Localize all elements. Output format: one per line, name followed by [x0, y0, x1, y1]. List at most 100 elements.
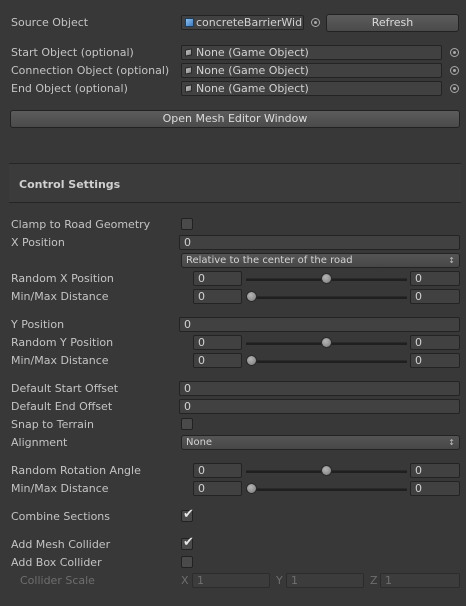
random-rotation-max-input[interactable]: 0 — [410, 463, 460, 478]
x-mode-value: Relative to the center of the road — [186, 255, 353, 266]
refresh-button[interactable]: Refresh — [326, 14, 459, 32]
random-rotation-slider-thumb[interactable] — [321, 465, 332, 476]
random-x-label: Random X Position — [11, 272, 114, 285]
random-y-range-slider-thumb[interactable] — [246, 355, 257, 366]
default-start-offset-row: Default Start Offset 0 — [0, 380, 466, 398]
random-x-slider-thumb[interactable] — [321, 273, 332, 284]
x-position-input[interactable]: 0 — [179, 235, 460, 250]
y-position-row: Y Position 0 — [0, 316, 466, 334]
start-object-label: Start Object (optional) — [11, 46, 134, 59]
collider-scale-z-label: Z — [370, 574, 378, 587]
mesh-collider-checkbox[interactable]: ✔ — [181, 536, 194, 550]
random-x-range-row: Min/Max Distance 0 0 — [0, 288, 466, 306]
connection-object-field[interactable]: None (Game Object) — [181, 63, 442, 78]
collider-scale-z-input[interactable]: 1 — [380, 573, 460, 588]
source-object-label: Source Object — [11, 16, 89, 29]
random-y-range-slider-track[interactable] — [246, 360, 407, 363]
collider-scale-y-label: Y — [276, 574, 283, 587]
object-picker-icon[interactable] — [450, 84, 459, 93]
random-x-range-label: Min/Max Distance — [11, 290, 109, 303]
end-object-value: None (Game Object) — [196, 82, 309, 95]
gameobject-icon — [185, 84, 192, 93]
end-object-field[interactable]: None (Game Object) — [181, 81, 442, 96]
random-rotation-range-slider-thumb[interactable] — [246, 483, 257, 494]
collider-scale-y-input[interactable]: 1 — [286, 573, 364, 588]
default-start-offset-input[interactable]: 0 — [179, 381, 460, 396]
random-rotation-row: Random Rotation Angle 0 0 — [0, 462, 466, 480]
box-collider-checkbox[interactable] — [181, 556, 193, 568]
default-end-offset-row: Default End Offset 0 — [0, 398, 466, 416]
random-rotation-min-input[interactable]: 0 — [193, 463, 242, 478]
source-object-row: Source Object concreteBarrierWid Refresh — [0, 14, 466, 32]
alignment-row: Alignment None ↕ — [0, 434, 466, 452]
random-x-max-input[interactable]: 0 — [410, 271, 460, 286]
random-y-max-input[interactable]: 0 — [410, 335, 460, 350]
checkmark-icon: ✔ — [183, 507, 194, 522]
random-rotation-range-max-input[interactable]: 0 — [410, 481, 460, 496]
source-object-value: concreteBarrierWid — [196, 16, 303, 29]
object-picker-icon[interactable] — [450, 48, 459, 57]
random-y-row: Random Y Position 0 0 — [0, 334, 466, 352]
random-rotation-range-row: Min/Max Distance 0 0 — [0, 480, 466, 498]
snap-row: Snap to Terrain — [0, 416, 466, 434]
connection-object-row: Connection Object (optional) None (Game … — [0, 62, 466, 80]
source-object-field[interactable]: concreteBarrierWid — [181, 15, 304, 30]
gameobject-icon — [185, 66, 192, 75]
connection-object-value: None (Game Object) — [196, 64, 309, 77]
control-settings-header: Control Settings — [9, 163, 461, 203]
end-object-label: End Object (optional) — [11, 82, 128, 95]
random-y-range-row: Min/Max Distance 0 0 — [0, 352, 466, 370]
random-x-range-slider-thumb[interactable] — [246, 291, 257, 302]
collider-scale-x-input[interactable]: 1 — [192, 573, 270, 588]
collider-scale-x-label: X — [181, 574, 189, 587]
alignment-value: None — [186, 437, 213, 448]
random-x-range-min-input[interactable]: 0 — [193, 289, 242, 304]
control-settings-title: Control Settings — [19, 178, 121, 191]
default-end-offset-label: Default End Offset — [11, 400, 113, 413]
random-y-range-label: Min/Max Distance — [11, 354, 109, 367]
box-collider-row: Add Box Collider — [0, 554, 466, 572]
random-x-min-input[interactable]: 0 — [193, 271, 242, 286]
gameobject-icon — [185, 48, 192, 57]
start-object-row: Start Object (optional) None (Game Objec… — [0, 44, 466, 62]
random-y-slider-thumb[interactable] — [321, 337, 332, 348]
x-mode-dropdown[interactable]: Relative to the center of the road ↕ — [181, 253, 460, 268]
default-start-offset-label: Default Start Offset — [11, 382, 119, 395]
x-position-label: X Position — [11, 236, 65, 249]
start-object-value: None (Game Object) — [196, 46, 309, 59]
mesh-collider-row: Add Mesh Collider ✔ — [0, 536, 466, 554]
collider-scale-label: Collider Scale — [20, 574, 95, 587]
combine-label: Combine Sections — [11, 510, 110, 523]
end-object-row: End Object (optional) None (Game Object) — [0, 80, 466, 98]
random-x-range-slider-track[interactable] — [246, 296, 407, 299]
clamp-checkbox[interactable] — [181, 218, 193, 230]
start-object-field[interactable]: None (Game Object) — [181, 45, 442, 60]
random-x-range-max-input[interactable]: 0 — [410, 289, 460, 304]
combine-checkbox[interactable]: ✔ — [181, 507, 194, 522]
y-position-input[interactable]: 0 — [179, 317, 460, 332]
y-position-label: Y Position — [11, 318, 65, 331]
alignment-label: Alignment — [11, 436, 68, 449]
alignment-dropdown[interactable]: None ↕ — [181, 435, 460, 450]
connection-object-label: Connection Object (optional) — [11, 64, 170, 77]
collider-scale-row: Collider Scale X 1 Y 1 Z 1 — [0, 572, 466, 590]
mesh-collider-label: Add Mesh Collider — [11, 538, 111, 551]
clamp-row: Clamp to Road Geometry — [0, 216, 466, 234]
dropdown-arrow-icon: ↕ — [448, 256, 455, 265]
object-picker-icon[interactable] — [450, 66, 459, 75]
clamp-label: Clamp to Road Geometry — [11, 218, 151, 231]
random-rotation-range-label: Min/Max Distance — [11, 482, 109, 495]
random-rotation-range-min-input[interactable]: 0 — [193, 481, 242, 496]
snap-checkbox[interactable] — [181, 418, 193, 430]
open-mesh-editor-button[interactable]: Open Mesh Editor Window — [10, 110, 460, 128]
random-y-range-max-input[interactable]: 0 — [410, 353, 460, 368]
box-collider-label: Add Box Collider — [11, 556, 102, 569]
random-rotation-range-slider-track[interactable] — [246, 488, 407, 491]
object-picker-icon[interactable] — [311, 18, 320, 27]
x-position-row: X Position 0 — [0, 234, 466, 252]
random-y-range-min-input[interactable]: 0 — [193, 353, 242, 368]
snap-label: Snap to Terrain — [11, 418, 94, 431]
random-rotation-label: Random Rotation Angle — [11, 464, 141, 477]
random-y-min-input[interactable]: 0 — [193, 335, 242, 350]
default-end-offset-input[interactable]: 0 — [179, 399, 460, 414]
